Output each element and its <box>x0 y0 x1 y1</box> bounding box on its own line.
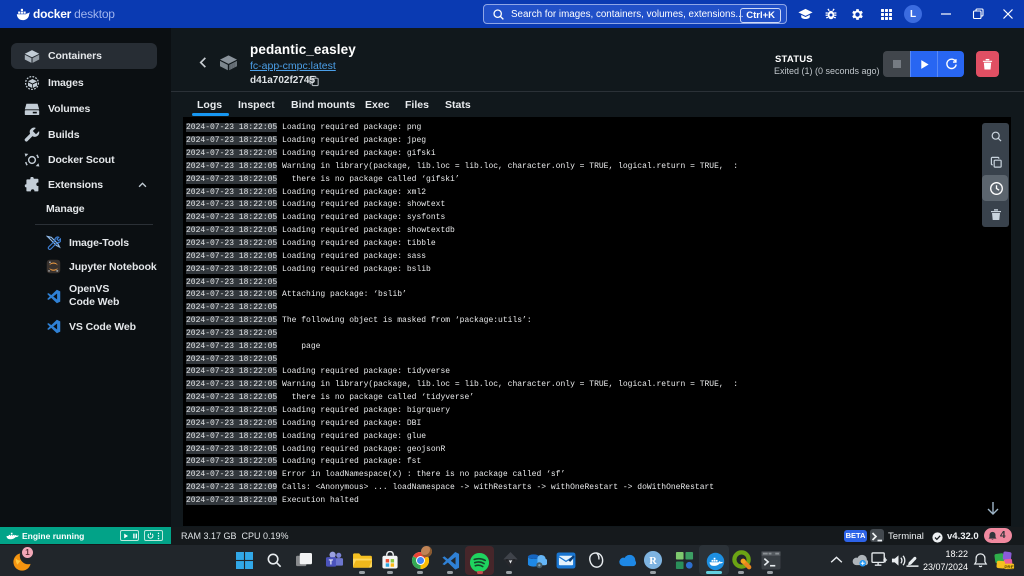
svg-text:T: T <box>328 558 333 566</box>
svg-text:R: R <box>649 556 657 567</box>
svg-text:PRE: PRE <box>1004 564 1013 569</box>
